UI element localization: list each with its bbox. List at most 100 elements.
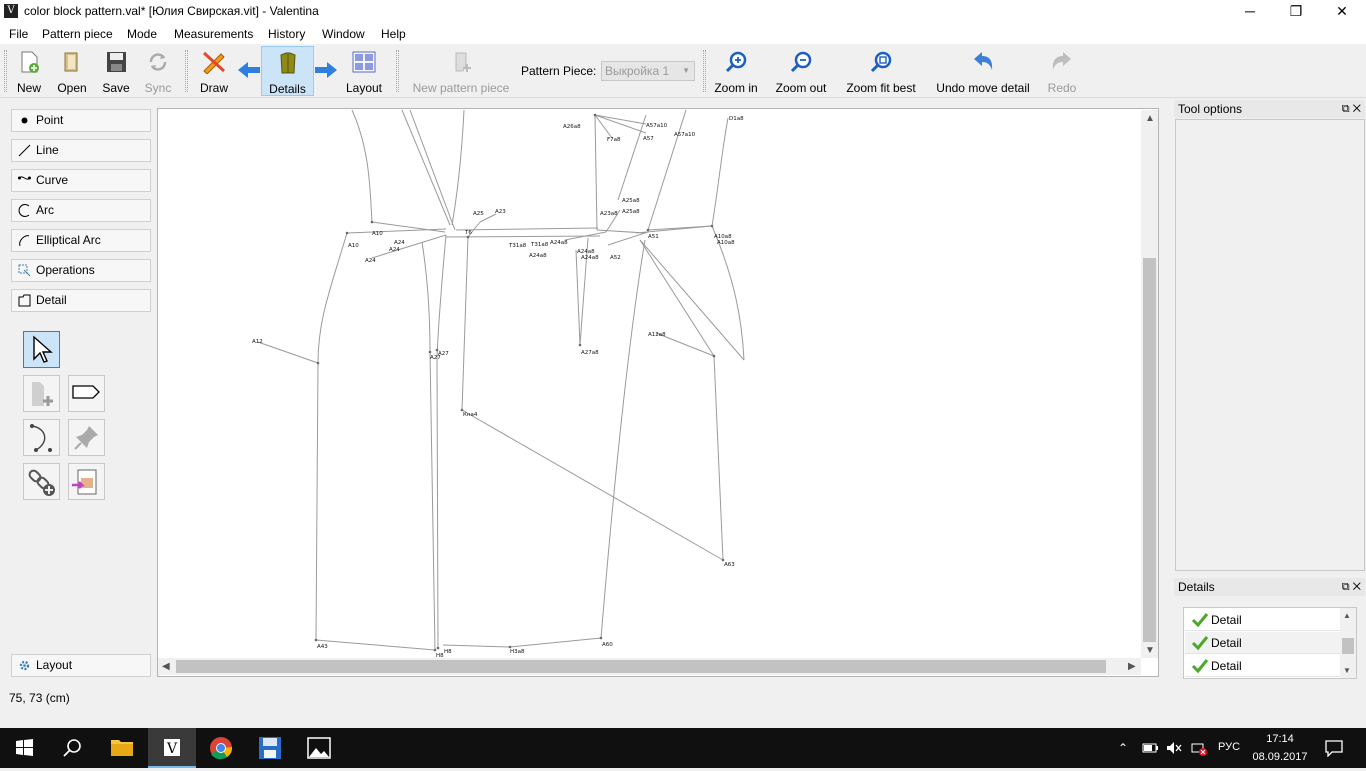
scroll-up-icon[interactable]: ▲: [1145, 113, 1155, 124]
toolbar-grip[interactable]: [185, 50, 188, 92]
point-label: A10a8: [717, 240, 735, 246]
float-dock-icon[interactable]: ⧉: [1342, 103, 1350, 115]
scroll-up-icon[interactable]: ▲: [1343, 611, 1351, 620]
status-coordinates: 75, 73 (cm): [9, 691, 70, 705]
menu-pattern-piece[interactable]: Pattern piece: [42, 27, 113, 41]
tool-group-arc[interactable]: Arc: [11, 199, 151, 222]
pencil-ruler-icon: [202, 51, 226, 75]
zoom-in-button[interactable]: Zoom in: [710, 46, 762, 96]
speaker-muted-icon[interactable]: [1165, 740, 1183, 756]
battery-icon[interactable]: [1142, 741, 1160, 755]
zoom-out-button[interactable]: Zoom out: [770, 46, 832, 96]
scroll-down-icon[interactable]: ▼: [1145, 645, 1155, 656]
undo-arrow-icon: [974, 52, 993, 70]
point-label: Кнa4: [463, 412, 478, 418]
start-button[interactable]: [0, 728, 48, 768]
piece-path-icon: [30, 424, 52, 452]
pin-tool-button[interactable]: [68, 419, 105, 456]
file-explorer-taskbar-button[interactable]: [98, 728, 146, 768]
details-list[interactable]: Detail Detail Detail ▲ ▼: [1183, 607, 1357, 679]
checkmark-icon[interactable]: [1191, 635, 1209, 651]
valentina-taskbar-button[interactable]: V: [148, 728, 196, 768]
draw-mode-button[interactable]: Draw: [195, 46, 233, 96]
piece-path-tool-button[interactable]: [23, 419, 60, 456]
close-dock-icon[interactable]: ✕: [1353, 581, 1361, 593]
details-scroll-thumb[interactable]: [1342, 638, 1354, 654]
new-button[interactable]: New: [12, 46, 46, 96]
scroll-left-icon[interactable]: ◀: [162, 661, 170, 672]
tool-group-operations[interactable]: Operations: [11, 259, 151, 282]
detail-list-item[interactable]: Detail: [1185, 632, 1340, 654]
vertical-scroll-thumb[interactable]: [1143, 258, 1156, 642]
details-dock-title: Details ⧉ ✕: [1174, 578, 1365, 596]
point-label: A27: [430, 355, 441, 361]
search-button[interactable]: [48, 728, 96, 768]
disk-app-taskbar-button[interactable]: [246, 728, 294, 768]
menu-history[interactable]: History: [268, 27, 305, 41]
minimize-button[interactable]: ─: [1227, 0, 1273, 24]
zoom-fit-best-button[interactable]: Zoom fit best: [840, 46, 922, 96]
save-disk-icon: [107, 52, 126, 72]
close-button[interactable]: ✕: [1319, 0, 1365, 24]
new-pattern-piece-button[interactable]: New pattern piece: [404, 46, 518, 96]
input-language-indicator[interactable]: РУС: [1218, 741, 1240, 753]
horizontal-scroll-thumb[interactable]: [176, 660, 1106, 673]
checkmark-icon[interactable]: [1191, 658, 1209, 674]
chrome-taskbar-button[interactable]: [197, 728, 245, 768]
zoom-fit-icon: [870, 51, 892, 73]
menu-help[interactable]: Help: [381, 27, 406, 41]
detail-list-item[interactable]: Detail: [1185, 655, 1340, 677]
tool-group-point[interactable]: Point: [11, 109, 151, 132]
clock-date[interactable]: 08.09.2017: [1250, 751, 1310, 763]
point-label: H8: [444, 649, 452, 655]
maximize-button[interactable]: ❐: [1273, 0, 1319, 24]
menu-file[interactable]: File: [9, 27, 28, 41]
pattern-piece-select[interactable]: Выкройка 1 ▼: [601, 61, 695, 81]
zoom-out-icon: [790, 51, 812, 73]
float-dock-icon[interactable]: ⧉: [1342, 581, 1350, 593]
photos-taskbar-button[interactable]: [295, 728, 343, 768]
scroll-down-icon[interactable]: ▼: [1343, 666, 1351, 675]
layout-mode-button[interactable]: Layout: [342, 46, 386, 96]
point-label: A23: [495, 209, 506, 215]
menu-window[interactable]: Window: [322, 27, 365, 41]
pattern-canvas[interactable]: A26a8 A57a10 F7a8 A57 A57a10 D1a8 A25a8 …: [157, 108, 1159, 677]
network-disconnected-icon[interactable]: [1190, 740, 1208, 756]
notifications-icon[interactable]: [1324, 739, 1344, 757]
tool-group-line[interactable]: Line: [11, 139, 151, 162]
redo-button[interactable]: Redo: [1042, 46, 1082, 96]
export-detail-tool-button[interactable]: [68, 463, 105, 500]
new-detail-tool-button[interactable]: [23, 375, 60, 412]
save-button[interactable]: Save: [98, 46, 134, 96]
details-scrollbar[interactable]: ▲ ▼: [1340, 608, 1356, 678]
toolbar-grip[interactable]: [396, 50, 399, 92]
sync-button[interactable]: Sync: [140, 46, 176, 96]
menu-measurements[interactable]: Measurements: [174, 27, 253, 41]
tool-group-layout[interactable]: Layout: [11, 654, 151, 677]
tool-group-detail[interactable]: Detail: [11, 289, 151, 312]
redo-arrow-icon: [1052, 52, 1071, 70]
union-details-tool-button[interactable]: [68, 375, 105, 412]
clock-time[interactable]: 17:14: [1260, 733, 1300, 745]
tool-options-panel: [1175, 119, 1365, 571]
close-dock-icon[interactable]: ✕: [1353, 103, 1361, 115]
detail-list-item[interactable]: Detail: [1185, 609, 1340, 631]
arrow-tool-button[interactable]: [23, 331, 60, 368]
open-button[interactable]: Open: [54, 46, 90, 96]
toolbar-grip[interactable]: [4, 50, 7, 92]
checkmark-icon[interactable]: [1191, 612, 1209, 628]
tool-group-curve[interactable]: Curve: [11, 169, 151, 192]
arrow-right-icon: [315, 62, 337, 78]
tool-group-elliptical-arc[interactable]: Elliptical Arc: [11, 229, 151, 252]
toolbar-grip[interactable]: [703, 50, 706, 92]
details-mode-button[interactable]: Details: [261, 46, 314, 96]
chrome-icon: [210, 737, 233, 760]
menu-mode[interactable]: Mode: [127, 27, 157, 41]
valentina-logo-icon: V: [164, 739, 180, 757]
show-hidden-icons-icon[interactable]: ⌃: [1118, 741, 1128, 755]
scroll-right-icon[interactable]: ▶: [1128, 661, 1136, 672]
pattern-drawing[interactable]: A26a8 A57a10 F7a8 A57 A57a10 D1a8 A25a8 …: [158, 109, 1158, 676]
undo-button[interactable]: Undo move detail: [930, 46, 1036, 96]
insert-node-tool-button[interactable]: [23, 463, 60, 500]
point-label: A24a8: [581, 255, 599, 261]
